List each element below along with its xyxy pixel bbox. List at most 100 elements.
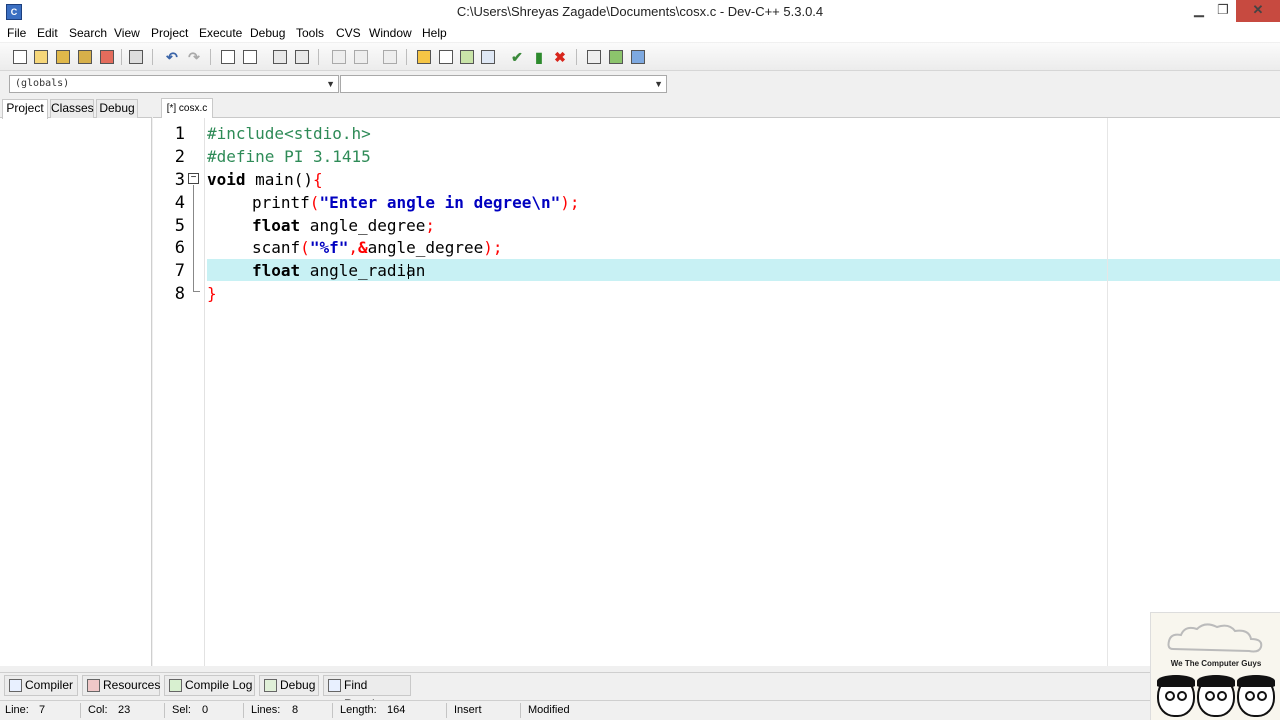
code-text: printf xyxy=(252,193,310,212)
main-toolbar: ↶ ↷ ✔ ▮ ✖ xyxy=(0,43,1280,71)
tab-cosx-c[interactable]: [*] cosx.c xyxy=(161,98,213,119)
tab-debug[interactable]: Debug xyxy=(96,99,138,118)
fold-collapse-icon[interactable]: − xyxy=(188,173,199,184)
status-bar: Line: 7 Col: 23 Sel: 0 Lines: 8 Length: … xyxy=(0,700,1280,720)
debug-step-icon[interactable] xyxy=(607,48,625,66)
save-icon[interactable] xyxy=(54,48,72,66)
toolbar-separator xyxy=(121,49,122,65)
tab-compile-log[interactable]: Compile Log xyxy=(164,675,255,696)
chevron-down-icon[interactable]: ▼ xyxy=(326,79,335,89)
menu-file[interactable]: File xyxy=(7,26,26,40)
cartoon-hair-icon xyxy=(1157,675,1195,687)
new-file-icon[interactable] xyxy=(11,48,29,66)
status-col-label: Col: xyxy=(88,704,108,716)
undo-icon[interactable]: ↶ xyxy=(163,48,181,66)
code-keyword: void xyxy=(207,170,246,189)
code-text: main() xyxy=(245,170,313,189)
status-lines-label: Lines: xyxy=(251,704,281,716)
minimize-button[interactable]: ▁ xyxy=(1186,0,1212,22)
menu-tools[interactable]: Tools xyxy=(296,26,324,40)
menu-cvs[interactable]: CVS xyxy=(336,26,361,40)
code-line-4: printf("Enter angle in degree\n"); xyxy=(252,192,580,214)
scope-combo[interactable]: (globals) ▼ xyxy=(9,75,339,93)
syntax-check-icon[interactable]: ✔ xyxy=(508,48,526,66)
find-icon[interactable] xyxy=(219,48,237,66)
tab-classes[interactable]: Classes xyxy=(50,99,94,118)
project-options-icon[interactable] xyxy=(381,48,399,66)
output-tabs: Compiler Resources Compile Log Debug Fin… xyxy=(0,672,1280,711)
print-icon[interactable] xyxy=(127,48,145,66)
code-text: angle_degree xyxy=(300,216,426,235)
code-text: angle_radian xyxy=(300,261,426,280)
channel-watermark-logo: We The Computer Guys xyxy=(1150,612,1280,720)
menu-bar: File Edit Search View Project Execute De… xyxy=(0,24,1280,42)
tab-debug-output[interactable]: Debug xyxy=(259,675,319,696)
code-string: "%f" xyxy=(309,238,349,257)
status-length-label: Length: xyxy=(340,704,377,716)
save-all-icon[interactable] xyxy=(76,48,94,66)
status-sel-value: 0 xyxy=(202,704,209,716)
menu-help[interactable]: Help xyxy=(422,26,447,40)
line-number: 5 xyxy=(174,216,185,236)
project-browser-tabs: Project Classes Debug xyxy=(0,96,152,119)
goto-line-icon[interactable] xyxy=(271,48,289,66)
status-line-label: Line: xyxy=(5,704,29,716)
tab-resources[interactable]: Resources xyxy=(82,675,160,696)
line-number: 2 xyxy=(174,147,185,167)
menu-view[interactable]: View xyxy=(114,26,140,40)
scope-combo-value: (globals) xyxy=(15,78,70,89)
toolbar-separator xyxy=(318,49,319,65)
status-line-value: 7 xyxy=(39,704,46,716)
tab-compiler[interactable]: Compiler xyxy=(4,675,78,696)
stop-execution-icon[interactable]: ✖ xyxy=(551,48,569,66)
close-button[interactable]: ✕ xyxy=(1236,0,1280,22)
tab-find-results[interactable]: Find Results xyxy=(323,675,411,711)
toolbar-separator xyxy=(152,49,153,65)
code-text: scanf xyxy=(252,238,301,257)
status-col-value: 23 xyxy=(118,704,131,716)
status-insert-mode: Insert xyxy=(454,704,482,716)
close-file-icon[interactable] xyxy=(98,48,116,66)
code-keyword: float xyxy=(252,261,301,280)
menu-search[interactable]: Search xyxy=(69,26,107,40)
status-separator xyxy=(164,703,165,718)
code-editor[interactable]: 1 2 3 4 5 6 7 8 − #include<stdio.h> #def… xyxy=(153,118,1280,666)
line-number: 8 xyxy=(174,284,185,304)
status-separator xyxy=(243,703,244,718)
status-separator xyxy=(446,703,447,718)
code-line-8: } xyxy=(207,283,217,305)
indent-icon[interactable] xyxy=(293,48,311,66)
replace-icon[interactable] xyxy=(241,48,259,66)
status-separator xyxy=(332,703,333,718)
scope-bar: (globals) ▼ ▼ xyxy=(0,72,1280,96)
redo-icon[interactable]: ↷ xyxy=(185,48,203,66)
menu-project[interactable]: Project xyxy=(151,26,188,40)
code-line-1: #include<stdio.h> xyxy=(207,123,371,145)
function-combo[interactable]: ▼ xyxy=(340,75,667,93)
status-separator xyxy=(520,703,521,718)
run-icon[interactable] xyxy=(437,48,455,66)
line-number: 3 xyxy=(174,170,185,190)
code-line-5: float angle_degree; xyxy=(252,215,435,237)
open-file-icon[interactable] xyxy=(32,48,50,66)
menu-execute[interactable]: Execute xyxy=(199,26,242,40)
line-number-gutter: 1 2 3 4 5 6 7 8 − xyxy=(153,118,205,666)
maximize-button[interactable]: ❐ xyxy=(1212,0,1234,22)
rebuild-all-icon[interactable] xyxy=(479,48,497,66)
chevron-down-icon[interactable]: ▼ xyxy=(654,79,663,89)
menu-debug[interactable]: Debug xyxy=(250,26,285,40)
menu-window[interactable]: Window xyxy=(369,26,412,40)
debug-stop-icon[interactable] xyxy=(629,48,647,66)
project-remove-icon[interactable] xyxy=(352,48,370,66)
compile-run-icon[interactable] xyxy=(458,48,476,66)
project-add-icon[interactable] xyxy=(330,48,348,66)
code-symbol: ); xyxy=(560,193,580,212)
compile-icon[interactable] xyxy=(415,48,433,66)
code-symbol: & xyxy=(357,238,368,257)
tab-debug-output-label: Debug xyxy=(280,678,316,692)
debug-icon[interactable] xyxy=(585,48,603,66)
menu-edit[interactable]: Edit xyxy=(37,26,58,40)
tab-compiler-label: Compiler xyxy=(25,678,74,692)
profile-chart-icon[interactable]: ▮ xyxy=(530,48,548,66)
tab-project[interactable]: Project xyxy=(2,99,48,119)
